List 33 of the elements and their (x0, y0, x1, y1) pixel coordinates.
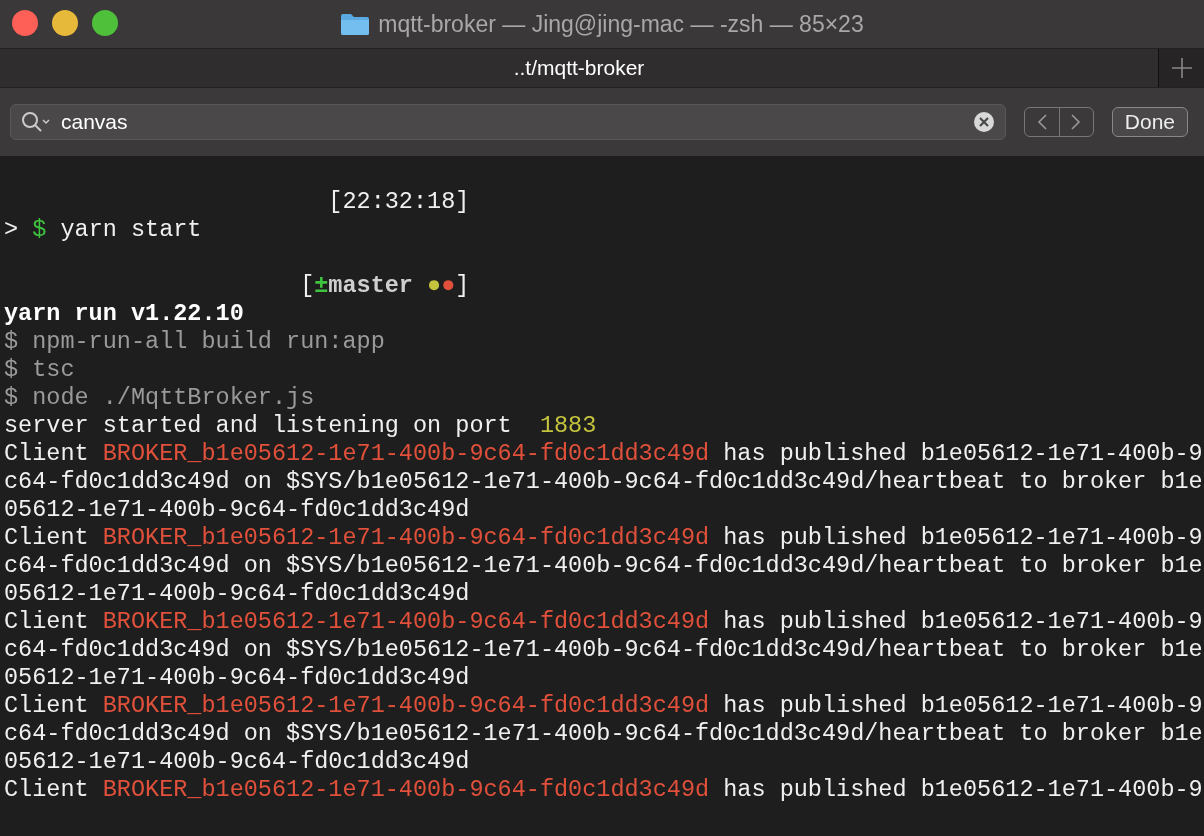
new-tab-button[interactable] (1158, 49, 1204, 87)
folder-icon (340, 12, 371, 36)
terminal-line: 05612-1e71-400b-9c64-fd0c1dd3c49d (4, 496, 470, 523)
terminal-line: 05612-1e71-400b-9c64-fd0c1dd3c49d (4, 664, 470, 691)
chevron-right-icon (1070, 113, 1083, 131)
close-button[interactable] (12, 10, 38, 36)
terminal-line: Client BROKER_b1e05612-1e71-400b-9c64-fd0c1dd3c49d has published b1e05612-1e71-400b-9 (4, 608, 1203, 635)
terminal-line: c64-fd0c1dd3c49d on $SYS/b1e05612-1e71-400b-9c64-fd0c1dd3c49d/heartbeat to broker b1e (4, 720, 1203, 747)
terminal-line: 05612-1e71-400b-9c64-fd0c1dd3c49d (4, 580, 470, 607)
terminal-line: 05612-1e71-400b-9c64-fd0c1dd3c49d (4, 748, 470, 775)
plus-icon (1170, 57, 1193, 79)
search-icon (21, 111, 51, 133)
window-title: mqtt-broker — Jing@jing-mac — -zsh — 85×23 (378, 9, 864, 39)
terminal-line: $ tsc (4, 356, 75, 383)
terminal-line: Client BROKER_b1e05612-1e71-400b-9c64-fd0c1dd3c49d has published b1e05612-1e71-400b-9 (4, 692, 1203, 719)
terminal-line: server started and listening on port 1883 (4, 412, 597, 439)
done-button[interactable]: Done (1111, 107, 1188, 137)
terminal-line: $ node ./MqttBroker.js (4, 384, 315, 411)
clear-icon[interactable] (972, 111, 995, 133)
chevron-left-icon (1035, 113, 1048, 131)
terminal-line: c64-fd0c1dd3c49d on $SYS/b1e05612-1e71-400b-9c64-fd0c1dd3c49d/heartbeat to broker b1e (4, 552, 1203, 579)
terminal-line: Client BROKER_b1e05612-1e71-400b-9c64-fd0c1dd3c49d has published b1e05612-1e71-400b-9 (4, 524, 1203, 551)
terminal-line: Client BROKER_b1e05612-1e71-400b-9c64-fd0c1dd3c49d has published b1e05612-1e71-400b-9 (4, 776, 1203, 803)
terminal-line: Client BROKER_b1e05612-1e71-400b-9c64-fd0c1dd3c49d has published b1e05612-1e71-400b-9 (4, 440, 1203, 467)
minimize-button[interactable] (52, 10, 78, 36)
zoom-button[interactable] (92, 10, 118, 36)
terminal-line: > $ yarn start (4, 216, 202, 243)
terminal-line: yarn run v1.22.10 (4, 300, 244, 327)
prompt-text: [22:32:18] (328, 188, 470, 215)
terminal-line: c64-fd0c1dd3c49d on $SYS/b1e05612-1e71-400b-9c64-fd0c1dd3c49d/heartbeat to broker b1e (4, 468, 1203, 495)
terminal-line: $ npm-run-all build run:app (4, 328, 385, 355)
terminal-line: c64-fd0c1dd3c49d on $SYS/b1e05612-1e71-400b-9c64-fd0c1dd3c49d/heartbeat to broker b1e (4, 636, 1203, 663)
prompt-text: [±master ●●] (300, 272, 470, 299)
